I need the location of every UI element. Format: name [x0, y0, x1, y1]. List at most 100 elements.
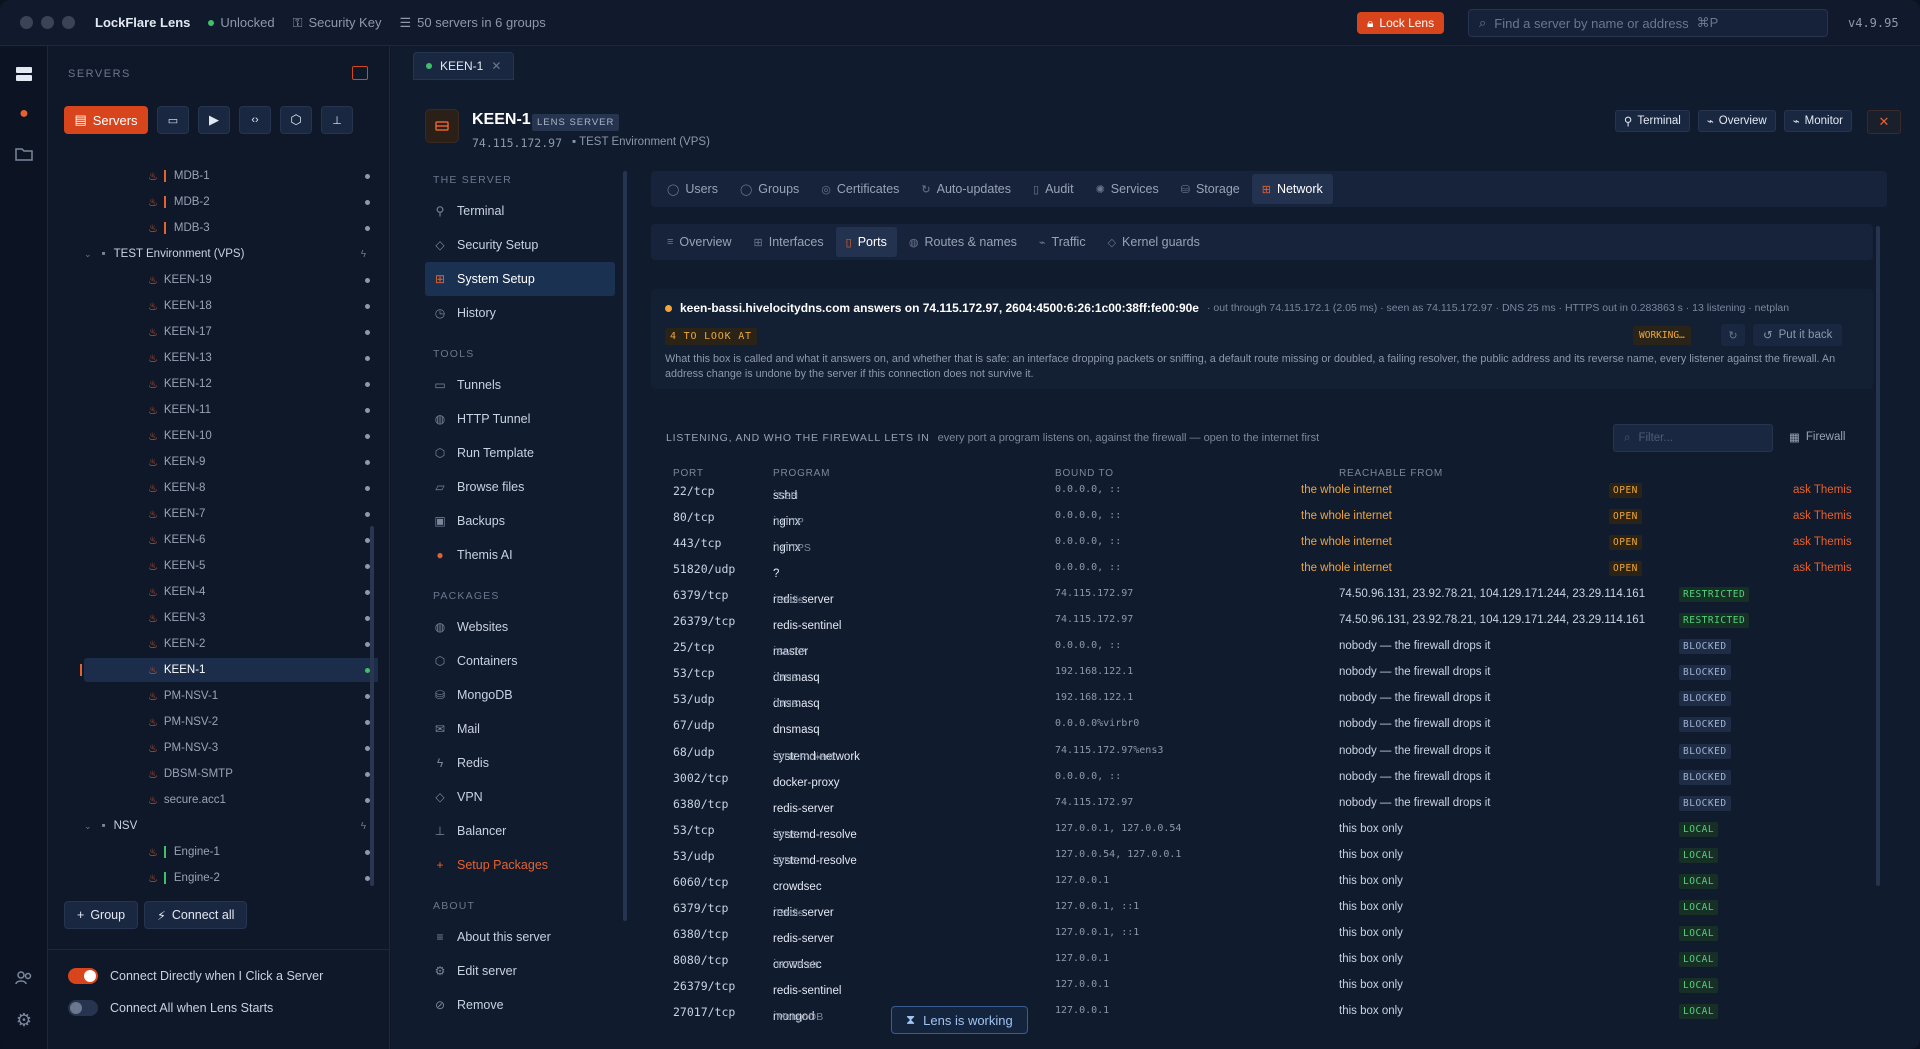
table-row[interactable]: 6380/tcp redis-server 127.0.0.1, ::1 this b… — [391, 921, 1920, 947]
servers-button[interactable]: ▤ Servers — [64, 106, 148, 134]
tab-groups[interactable]: ◯ Groups — [730, 174, 809, 204]
subtab-traffic[interactable]: ⌁ Traffic — [1029, 227, 1096, 257]
table-row[interactable]: 6060/tcp crowdsec 127.0.0.1 this box only LO… — [391, 869, 1920, 895]
table-row[interactable]: 3002/tcp docker-proxy 0.0.0.0, :: nobody — … — [391, 765, 1920, 791]
server-row[interactable]: ♨ MDB-3 — [84, 216, 378, 240]
table-row[interactable]: 6379/tcp redis-server · Redis 127.0.0.1, :… — [391, 895, 1920, 921]
nav-security-setup[interactable]: ◇ Security Setup — [425, 228, 615, 262]
package-tool-button[interactable]: ⬡ — [280, 106, 312, 134]
folder-rail-icon[interactable] — [12, 142, 36, 166]
minimize-window-button[interactable] — [41, 16, 54, 29]
ports-filter-input[interactable]: ⌕ Filter... — [1613, 424, 1773, 452]
play-tool-button[interactable]: ▶ — [198, 106, 230, 134]
table-row[interactable]: 6380/tcp redis-server 74.115.172.97 nobody … — [391, 791, 1920, 817]
connect-directly-toggle[interactable] — [68, 968, 98, 984]
table-row[interactable]: 80/tcp nginx · HTTP 0.0.0.0, :: the whole i… — [391, 504, 1920, 530]
server-row[interactable]: ♨ KEEN-13 — [84, 346, 378, 370]
bolt-icon[interactable]: ϟ — [361, 249, 366, 260]
tab-certificates[interactable]: ◎ Certificates — [811, 174, 909, 204]
subtab-routes-names[interactable]: ◍ Routes & names — [899, 227, 1027, 257]
server-row[interactable]: ♨ MDB-2 — [84, 190, 378, 214]
tab-auto-updates[interactable]: ↻ Auto-updates — [911, 174, 1021, 204]
close-window-button[interactable] — [20, 16, 33, 29]
monitor-button[interactable]: ⌁ Monitor — [1783, 110, 1852, 132]
server-row[interactable]: ♨ PM-NSV-3 — [84, 736, 378, 760]
table-row[interactable]: 51820/udp? 0.0.0.0, :: the whole internet O… — [391, 556, 1920, 582]
chevron-down-icon[interactable]: ⌄ — [84, 249, 92, 260]
flame-rail-icon[interactable]: ● — [12, 102, 36, 126]
table-row[interactable]: 27017/tcp mongod · MongoDB 127.0.0.1 this b… — [391, 999, 1920, 1025]
sidebar-scrollbar[interactable] — [370, 526, 374, 886]
settings-gear-icon[interactable]: ⚙ — [12, 1008, 36, 1032]
server-row[interactable]: ♨ secure.acc1 — [84, 788, 378, 812]
tab-users[interactable]: ◯ Users — [657, 174, 728, 204]
server-row[interactable]: ♨ KEEN-7 — [84, 502, 378, 526]
nav-history[interactable]: ◷ History — [425, 296, 615, 330]
server-row[interactable]: ♨ KEEN-18 — [84, 294, 378, 318]
ask-themis-link[interactable]: ask Themis — [1793, 484, 1852, 496]
nav-system-setup[interactable]: ⊞ System Setup — [425, 262, 615, 296]
terminal-button[interactable]: ⚲ Terminal — [1614, 110, 1690, 132]
server-row[interactable]: ♨ PM-NSV-2 — [84, 710, 378, 734]
subtab-overview[interactable]: ≡ Overview — [657, 227, 742, 257]
server-row[interactable]: ♨ PM-NSV-1 — [84, 684, 378, 708]
maximize-window-button[interactable] — [62, 16, 75, 29]
ask-themis-link[interactable]: ask Themis — [1793, 536, 1852, 548]
ask-themis-link[interactable]: ask Themis — [1793, 562, 1852, 574]
connect-all-button[interactable]: ⚡︎ Connect all — [144, 901, 248, 929]
server-row[interactable]: ♨ KEEN-11 — [84, 398, 378, 422]
tab-audit[interactable]: ▯ Audit — [1023, 174, 1084, 204]
nav-tunnels[interactable]: ▭ Tunnels — [425, 368, 615, 402]
server-row[interactable]: ♨ KEEN-5 — [84, 554, 378, 578]
table-row[interactable]: 53/tcp systemd-resolve · DNS 127.0.0.1, 12… — [391, 817, 1920, 843]
table-row[interactable]: 6379/tcp redis-server · Redis 74.115.172.9… — [391, 582, 1920, 608]
table-row[interactable]: 26379/tcp redis-sentinel 74.115.172.97 74.5… — [391, 608, 1920, 634]
bolt-icon[interactable]: ϟ — [361, 821, 366, 832]
server-row[interactable]: ♨ KEEN-1 — [80, 658, 378, 682]
server-row[interactable]: ♨ KEEN-19 — [84, 268, 378, 292]
add-group-button[interactable]: + Group — [64, 901, 139, 929]
firewall-button[interactable]: ▦ Firewall — [1789, 430, 1846, 444]
server-row[interactable]: ♨ MDB-1 — [84, 164, 378, 188]
server-row[interactable]: ♨ KEEN-10 — [84, 424, 378, 448]
table-row[interactable]: 67/udp dnsmasq 0.0.0.0%virbr0 nobody — the … — [391, 712, 1920, 738]
server-row[interactable]: ♨ KEEN-4 — [84, 580, 378, 604]
table-row[interactable]: 8080/tcp crowdsec · HTTP alt 127.0.0.1 this… — [391, 947, 1920, 973]
lock-lens-button[interactable]: 🔒︎ Lock Lens — [1357, 12, 1445, 34]
table-row[interactable]: 68/udp systemd-network · DHCP client 74.11… — [391, 739, 1920, 765]
table-row[interactable]: 25/tcp master · SMTP 0.0.0.0, :: nobody — t… — [391, 634, 1920, 660]
nav-http-tunnel[interactable]: ◍ HTTP Tunnel — [425, 402, 615, 436]
put-it-back-button[interactable]: ↺ Put it back — [1753, 324, 1843, 346]
terminal-tool-button[interactable]: ▭ — [157, 106, 189, 134]
server-row[interactable]: ♨ Engine-2 — [84, 866, 378, 890]
table-row[interactable]: 53/tcp dnsmasq · DNS 192.168.122.1 nobody —… — [391, 660, 1920, 686]
tab-network[interactable]: ⊞ Network — [1251, 174, 1333, 204]
collapse-sidebar-icon[interactable] — [352, 66, 368, 80]
tab-services[interactable]: ✺ Services — [1086, 174, 1169, 204]
table-row[interactable]: 26379/tcp redis-sentinel 127.0.0.1 this box… — [391, 973, 1920, 999]
topology-tool-button[interactable]: ⊥ — [321, 106, 353, 134]
table-row[interactable]: 53/udp dnsmasq · DNS 192.168.122.1 nobody —… — [391, 686, 1920, 712]
code-tool-button[interactable]: ‹› — [239, 106, 271, 134]
server-tab[interactable]: KEEN-1 ✕ — [413, 52, 515, 80]
server-row[interactable]: ♨ Engine-1 — [84, 840, 378, 864]
connect-on-start-toggle[interactable] — [68, 1000, 98, 1016]
subtab-ports[interactable]: ▯ Ports — [835, 227, 897, 257]
close-tab-icon[interactable]: ✕ — [491, 59, 501, 73]
nav-terminal[interactable]: ⚲ Terminal — [425, 194, 615, 228]
server-row[interactable]: ♨ KEEN-8 — [84, 476, 378, 500]
server-group-row[interactable]: ⌄ ▪ NSV ϟ — [84, 814, 378, 838]
server-row[interactable]: ♨ KEEN-17 — [84, 320, 378, 344]
server-group-row[interactable]: ⌄ ▪ TEST Environment (VPS) ϟ — [84, 242, 378, 266]
server-row[interactable]: ♨ DBSM-SMTP — [84, 762, 378, 786]
server-row[interactable]: ♨ KEEN-3 — [84, 606, 378, 630]
server-row[interactable]: ♨ KEEN-12 — [84, 372, 378, 396]
servers-rail-icon[interactable] — [12, 62, 36, 86]
table-row[interactable]: 22/tcp sshd · SSH 0.0.0.0, :: the whole int… — [391, 478, 1920, 504]
overview-button[interactable]: ⌁ Overview — [1697, 110, 1776, 132]
ask-themis-link[interactable]: ask Themis — [1793, 510, 1852, 522]
table-row[interactable]: 53/udp systemd-resolve · DNS 127.0.0.54, 1… — [391, 843, 1920, 869]
refresh-icon[interactable]: ↻ — [1721, 324, 1745, 346]
users-rail-icon[interactable] — [12, 966, 36, 990]
table-row[interactable]: 443/tcp nginx · HTTPS 0.0.0.0, :: the whole… — [391, 530, 1920, 556]
